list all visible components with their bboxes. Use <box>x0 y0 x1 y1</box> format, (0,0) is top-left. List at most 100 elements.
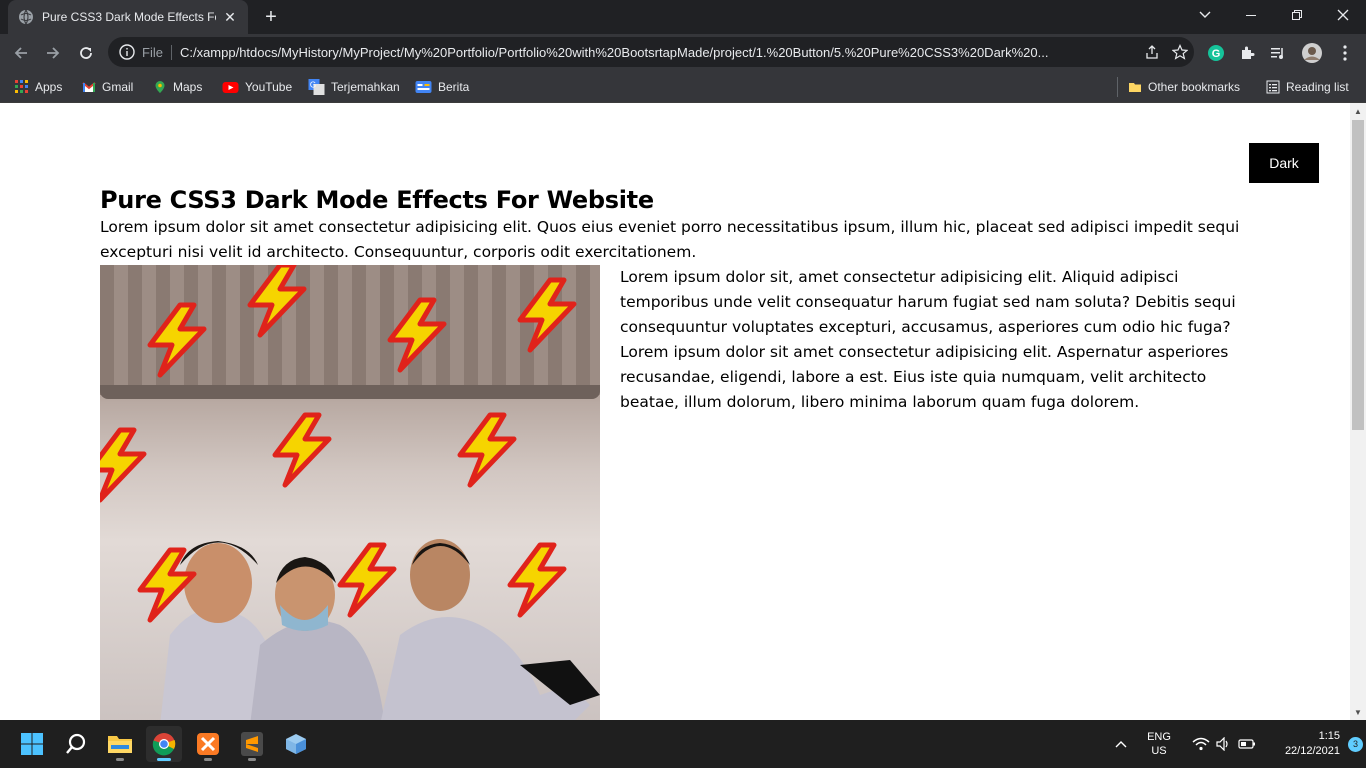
dark-mode-toggle-button[interactable]: Dark <box>1249 143 1319 183</box>
gmail-icon <box>82 82 96 92</box>
bookmark-translate[interactable]: G Terjemahkan <box>308 76 400 98</box>
menu-kebab-icon[interactable] <box>1331 39 1359 67</box>
lead-paragraph: Lorem ipsum dolor sit amet consectetur a… <box>100 218 1240 261</box>
side-paragraph-1: Lorem ipsum dolor sit, amet consectetur … <box>620 268 1236 336</box>
battery-icon <box>1238 739 1255 749</box>
bookmark-youtube[interactable]: YouTube <box>222 76 292 98</box>
bookmark-label: Maps <box>173 80 203 94</box>
svg-text:G: G <box>1212 48 1221 60</box>
other-bookmarks-label: Other bookmarks <box>1148 80 1241 94</box>
url-text[interactable]: C:/xampp/htdocs/MyHistory/MyProject/My%2… <box>180 45 1138 60</box>
bookmark-label: Berita <box>438 80 470 94</box>
language-code: ENG <box>1147 731 1171 743</box>
share-icon[interactable] <box>1138 38 1166 66</box>
scroll-thumb[interactable] <box>1352 120 1364 430</box>
volume-icon <box>1216 737 1228 751</box>
photo-scene <box>100 265 600 720</box>
close-tab-icon[interactable]: ✕ <box>222 9 238 25</box>
minimize-button[interactable] <box>1228 0 1274 30</box>
close-window-button[interactable] <box>1320 0 1366 30</box>
arrow-left-icon <box>14 47 27 59</box>
side-paragraph-2: Lorem ipsum dolor sit amet consectetur a… <box>620 343 1229 411</box>
page-scrollbar[interactable]: ▲ ▼ <box>1350 103 1366 720</box>
bookmark-label: Apps <box>35 80 63 94</box>
info-icon[interactable] <box>118 43 136 61</box>
scroll-up-arrow-icon[interactable]: ▲ <box>1350 103 1366 119</box>
chrome-icon <box>152 733 176 756</box>
clock-date: 22/12/2021 <box>1284 745 1340 757</box>
bookmark-apps[interactable]: Apps <box>15 76 62 98</box>
media-control-icon[interactable] <box>1264 39 1292 67</box>
clock[interactable]: 1:15 22/12/2021 <box>1278 729 1340 759</box>
apps-grid-icon <box>15 80 28 93</box>
notification-badge[interactable]: 3 <box>1348 736 1363 752</box>
start-button[interactable] <box>14 726 50 762</box>
tab-title: Pure CSS3 Dark Mode Effects For Website <box>42 10 216 24</box>
youtube-icon <box>222 82 239 93</box>
folder-icon <box>108 736 132 753</box>
address-bar[interactable]: File C:/xampp/htdocs/MyHistory/MyProject… <box>108 37 1194 67</box>
running-indicator <box>204 758 212 761</box>
keyboard-region: US <box>1151 745 1167 757</box>
sublime-text-icon <box>241 732 263 756</box>
tray-overflow-chevron-icon[interactable] <box>1110 740 1132 748</box>
reading-list-icon <box>1266 80 1280 94</box>
running-indicator <box>116 758 124 761</box>
bookmarks-bar: Apps Gmail Maps YouTube G Terjemahkan Be… <box>0 70 1366 103</box>
back-button[interactable] <box>8 40 34 66</box>
bookmark-gmail[interactable]: Gmail <box>82 76 133 98</box>
extensions-icon[interactable] <box>1233 39 1261 67</box>
browser-tab[interactable]: Pure CSS3 Dark Mode Effects For Website … <box>8 0 248 34</box>
search-icon <box>66 733 86 754</box>
content-row: Lorem ipsum dolor sit, amet consectetur … <box>100 265 1250 720</box>
scroll-down-arrow-icon[interactable]: ▼ <box>1350 704 1366 720</box>
bookmarks-separator <box>1117 77 1118 97</box>
new-tab-button[interactable]: + <box>260 6 282 28</box>
translate-icon: G <box>308 79 325 95</box>
search-button[interactable] <box>58 726 94 762</box>
browser-chrome: Pure CSS3 Dark Mode Effects For Website … <box>0 0 1366 103</box>
app-cube-button[interactable] <box>278 726 314 762</box>
side-text: Lorem ipsum dolor sit, amet consectetur … <box>600 265 1250 720</box>
language-indicator[interactable]: ENG US <box>1142 730 1176 758</box>
reload-button[interactable] <box>73 40 99 66</box>
bookmark-label: Gmail <box>102 80 134 94</box>
windows-taskbar: ENG US 1:15 22/12/2021 3 <box>0 720 1366 768</box>
other-bookmarks[interactable]: Other bookmarks <box>1128 76 1240 98</box>
bookmark-star-icon[interactable] <box>1166 38 1194 66</box>
forward-button[interactable] <box>40 40 66 66</box>
tab-search-icon[interactable] <box>1182 0 1228 30</box>
quick-settings[interactable] <box>1192 737 1256 751</box>
arrow-right-icon <box>47 47 60 59</box>
bookmark-news[interactable]: Berita <box>415 76 469 98</box>
system-tray: ENG US 1:15 22/12/2021 3 <box>1110 720 1363 768</box>
sublime-text-button[interactable] <box>234 726 270 762</box>
scheme-label: File <box>142 44 172 60</box>
chrome-button[interactable] <box>146 726 182 762</box>
folder-icon <box>1129 83 1141 92</box>
windows-logo-icon <box>21 733 43 755</box>
file-explorer-button[interactable] <box>102 726 138 762</box>
news-icon <box>415 81 432 93</box>
grammarly-icon[interactable]: G <box>1202 39 1230 67</box>
cube-icon <box>286 734 306 754</box>
xampp-icon <box>197 733 219 755</box>
reading-list[interactable]: Reading list <box>1266 76 1349 98</box>
bookmark-label: YouTube <box>245 80 293 94</box>
browser-toolbar: File C:/xampp/htdocs/MyHistory/MyProject… <box>0 34 1366 70</box>
bookmark-maps[interactable]: Maps <box>153 76 202 98</box>
active-indicator <box>157 758 171 761</box>
reload-icon <box>80 47 92 59</box>
tab-strip: Pure CSS3 Dark Mode Effects For Website … <box>0 0 1366 34</box>
restore-button[interactable] <box>1274 0 1320 30</box>
wifi-icon <box>1192 737 1210 751</box>
clock-time: 1:15 <box>1318 730 1340 742</box>
main-content: Pure CSS3 Dark Mode Effects For Website … <box>100 185 1250 720</box>
running-indicator <box>248 758 256 761</box>
profile-avatar[interactable] <box>1298 39 1326 67</box>
bookmark-label: Terjemahkan <box>331 80 400 94</box>
maps-icon <box>155 81 165 93</box>
page-viewport: Dark Pure CSS3 Dark Mode Effects For Web… <box>0 103 1350 720</box>
xampp-button[interactable] <box>190 726 226 762</box>
reading-list-label: Reading list <box>1286 80 1349 94</box>
